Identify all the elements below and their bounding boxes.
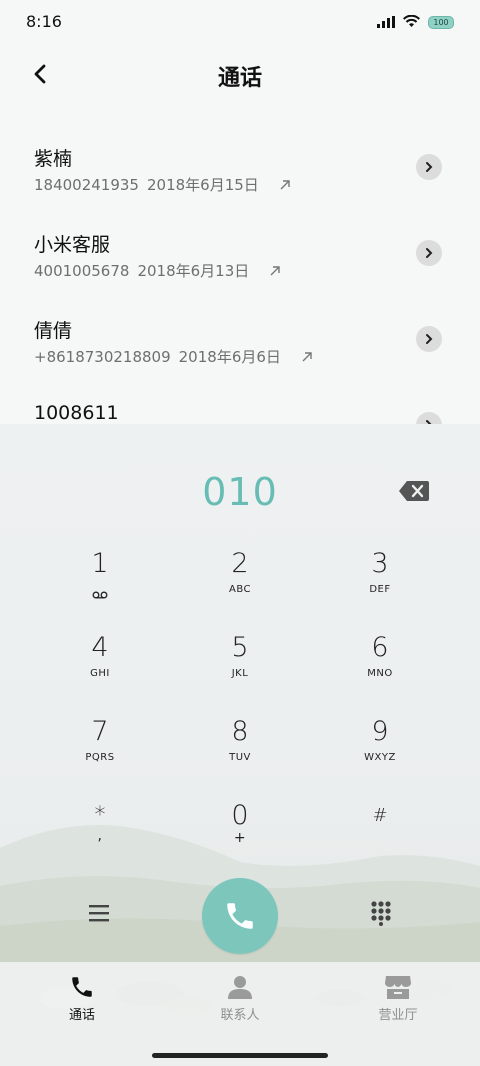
contact-name: 紫楠 [34,148,73,170]
keypad: 1 2 ABC 3 DEF 4 GHI 5 JKL 6 MNO 7 PQRS 8… [30,548,450,884]
contact-name: 1008611 [34,402,119,424]
phone-icon [72,977,92,997]
key-digit: 1 [91,548,109,579]
status-icons: 100 [377,13,454,32]
key-letters: TUV [229,752,251,763]
key-letters: WXYZ [364,752,396,763]
wifi-icon [403,13,420,32]
key-letters: DEF [369,584,391,595]
key-letters: GHI [90,668,110,679]
call-list-item[interactable]: 小米客服 4001005678 2018年6月13日 [0,212,480,298]
key-3[interactable]: 3 DEF [310,548,450,632]
call-list-item[interactable]: 紫楠 18400241935 2018年6月15日 [0,126,480,212]
key-letters: + [233,830,247,846]
dial-call-button[interactable] [202,878,278,954]
menu-button[interactable] [88,904,110,926]
key-digit: 8 [231,716,249,747]
key-9[interactable]: 9 WXYZ [310,716,450,800]
key-digit: 0 [231,800,249,831]
key-8[interactable]: 8 TUV [170,716,310,800]
key-digit: 5 [231,632,249,663]
tab-label: 营业厅 [378,1008,418,1023]
key-digit: # [372,805,388,826]
backspace-button[interactable] [398,480,430,506]
call-list-item[interactable]: 1008611 [0,384,480,426]
tab-label: 通话 [68,1008,95,1023]
status-bar: 8:16 100 [0,0,480,44]
outgoing-call-icon [280,179,290,189]
tab-contacts[interactable]: 联系人 [190,974,290,1023]
tab-bar: 通话 联系人 营业厅 [0,962,480,1066]
call-date: 2018年6月6日 [178,348,281,366]
call-meta: 4001005678 2018年6月13日 [34,260,281,281]
key-7[interactable]: 7 PQRS [30,716,170,800]
store-icon [385,976,411,999]
key-2[interactable]: 2 ABC [170,548,310,632]
key-digit: 3 [371,548,389,579]
header: 通话 [0,44,480,108]
key-letters: JKL [231,668,249,679]
phone-icon [227,903,253,929]
call-list-item[interactable]: 倩倩 +8618730218809 2018年6月6日 [0,298,480,384]
dialpad-actions [0,878,480,958]
chevron-right-icon [426,162,433,172]
chevron-right-icon [426,334,433,344]
call-date: 2018年6月13日 [137,262,250,280]
key-5[interactable]: 5 JKL [170,632,310,716]
key-letters: MNO [367,668,393,679]
phone-number: +8618730218809 [34,347,171,366]
key-1[interactable]: 1 [30,548,170,632]
tab-service-hall[interactable]: 营业厅 [348,974,448,1023]
key-star[interactable]: * , [30,800,170,884]
keypad-row: 4 GHI 5 JKL 6 MNO [30,632,450,716]
call-meta: 18400241935 2018年6月15日 [34,174,291,195]
dialpad-grid-icon [371,901,391,926]
voicemail-icon [92,584,108,603]
keypad-row: 7 PQRS 8 TUV 9 WXYZ [30,716,450,800]
person-icon [228,976,252,999]
dialpad-toggle-button[interactable] [370,900,392,930]
outgoing-call-icon [302,351,312,361]
key-6[interactable]: 6 MNO [310,632,450,716]
signal-icon [377,13,395,32]
status-time: 8:16 [26,12,62,31]
call-detail-button[interactable] [416,154,442,180]
key-digit: 6 [371,632,389,663]
key-digit: 9 [371,716,389,747]
call-detail-button[interactable] [416,240,442,266]
keypad-row: 1 2 ABC 3 DEF [30,548,450,632]
call-meta: +8618730218809 2018年6月6日 [34,346,313,367]
contact-name: 小米客服 [34,234,111,256]
key-4[interactable]: 4 GHI [30,632,170,716]
backspace-icon [399,481,429,501]
key-letters: PQRS [85,752,115,763]
key-hash[interactable]: # [310,800,450,884]
key-letters: ABC [228,584,251,595]
key-letters: , [97,828,103,844]
call-list: 紫楠 18400241935 2018年6月15日 小米客服 400100567… [0,126,480,426]
outgoing-call-icon [270,265,280,275]
key-digit: 2 [231,548,249,579]
menu-icon [89,905,109,922]
page-title: 通话 [217,66,262,91]
phone-number: 18400241935 [34,175,139,194]
call-date: 2018年6月15日 [146,176,259,194]
tab-calls[interactable]: 通话 [32,974,132,1023]
home-indicator[interactable] [152,1053,328,1058]
key-digit: 4 [91,632,109,663]
key-digit: 7 [91,716,109,747]
tab-label: 联系人 [220,1008,260,1023]
chevron-right-icon [426,248,433,258]
contact-name: 倩倩 [34,320,73,342]
keypad-row: * , 0 + # [30,800,450,884]
key-0[interactable]: 0 + [170,800,310,884]
battery-indicator: 100 [428,16,454,29]
phone-number: 4001005678 [34,261,130,280]
call-detail-button[interactable] [416,326,442,352]
